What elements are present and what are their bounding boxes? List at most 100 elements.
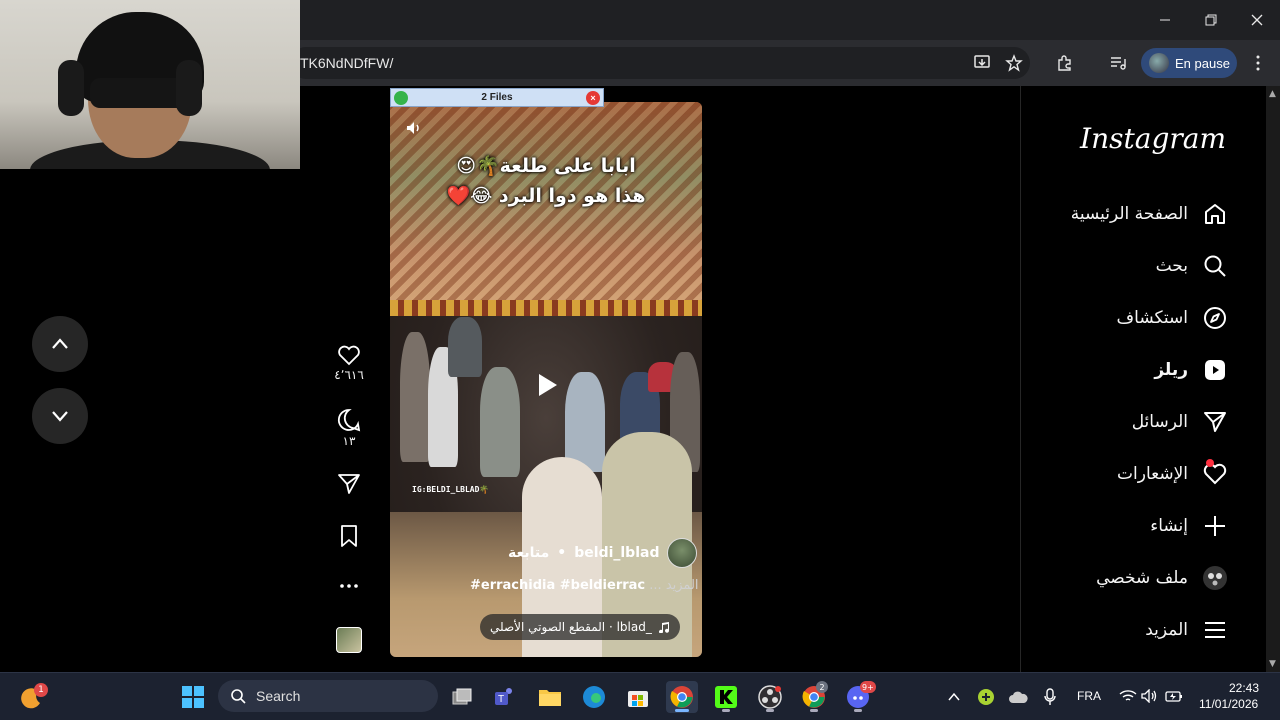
task-view-button[interactable]: [446, 681, 478, 713]
sidebar-item-home[interactable]: الصفحة الرئيسية: [1071, 194, 1228, 234]
minimize-button[interactable]: [1142, 0, 1188, 40]
store-app[interactable]: [622, 681, 654, 713]
weather-widget[interactable]: 1: [16, 681, 48, 713]
share-action[interactable]: [328, 472, 370, 496]
sidebar-item-create[interactable]: إنشاء: [1150, 506, 1228, 546]
scroll-up-arrow-icon[interactable]: ▲: [1269, 90, 1277, 99]
microphone-tray[interactable]: [1034, 681, 1066, 713]
sidebar-item-reels[interactable]: ريلز: [1154, 350, 1228, 390]
cloud-icon: [1009, 691, 1028, 703]
chrome-icon: [670, 686, 693, 708]
menu-icon: [1202, 617, 1228, 643]
files-extension-popup[interactable]: 2 Files ×: [390, 88, 604, 107]
hashtags-text[interactable]: #errachidia #beldierrac: [470, 578, 645, 593]
reel-username[interactable]: beldi_lblad: [574, 545, 659, 561]
webcam-overlay: [0, 0, 300, 169]
close-icon[interactable]: ×: [586, 91, 600, 105]
send-icon[interactable]: [337, 472, 361, 496]
sidebar-item-label: ملف شخصي: [1096, 568, 1188, 588]
more-action[interactable]: [328, 576, 370, 596]
install-app-icon[interactable]: [970, 51, 994, 75]
comment-action[interactable]: ١٣: [328, 408, 370, 448]
chrome-badge: 2: [816, 681, 828, 693]
address-bar[interactable]: [290, 47, 1030, 79]
video-watermark: IG:BELDI_LBLAD🌴: [412, 485, 490, 494]
chrome-app-active[interactable]: [666, 681, 698, 713]
minimize-icon: [1160, 19, 1170, 21]
sidebar-item-search[interactable]: بحث: [1156, 246, 1228, 286]
chrome-profile-app[interactable]: 2: [798, 681, 830, 713]
audio-label: المقطع الصوتي الأصلي · lblad_: [490, 620, 652, 634]
edge-app[interactable]: [578, 681, 610, 713]
volume-icon[interactable]: [404, 118, 424, 138]
sidebar-item-explore[interactable]: استكشاف: [1117, 298, 1228, 338]
previous-reel-button[interactable]: [32, 316, 88, 372]
sidebar-item-messages[interactable]: الرسائل: [1132, 402, 1228, 442]
instagram-logo[interactable]: Instagram: [1080, 122, 1226, 155]
extensions-icon[interactable]: [1053, 51, 1077, 75]
reel-author-row: متابعة • beldi_lblad: [508, 538, 698, 568]
tray-app-green[interactable]: [970, 681, 1002, 713]
profile-button[interactable]: En pause: [1141, 48, 1237, 78]
next-reel-button[interactable]: [32, 388, 88, 444]
save-action[interactable]: [328, 524, 370, 548]
start-button[interactable]: [177, 681, 209, 713]
address-bar-url[interactable]: TK6NdNDfFW/: [300, 55, 393, 71]
bookmark-icon[interactable]: [337, 524, 361, 548]
close-window-button[interactable]: [1234, 0, 1280, 40]
show-hidden-icons-button[interactable]: [938, 681, 970, 713]
task-view-icon: [452, 688, 472, 705]
sidebar-item-label: بحث: [1155, 256, 1188, 276]
sidebar-item-more[interactable]: المزيد: [1145, 610, 1228, 650]
avatar: [1149, 53, 1169, 73]
kick-app[interactable]: [710, 681, 742, 713]
teams-icon: T: [495, 688, 512, 705]
play-button[interactable]: [521, 360, 571, 410]
clock-time[interactable]: 22:43: [1229, 681, 1259, 695]
audio-link[interactable]: المقطع الصوتي الأصلي · lblad_: [480, 614, 680, 640]
clock-date[interactable]: 11/01/2026: [1199, 697, 1258, 711]
audio-thumbnail[interactable]: [336, 627, 362, 653]
like-action[interactable]: ٤٬٦١٦: [328, 344, 370, 382]
more-options-icon[interactable]: [1246, 51, 1270, 75]
close-icon: [1251, 14, 1263, 26]
music-note-icon: [658, 622, 669, 633]
reels-icon: [1202, 357, 1228, 383]
scroll-down-arrow-icon[interactable]: ▼: [1269, 660, 1277, 669]
battery-tray[interactable]: [1158, 680, 1190, 712]
plus-icon: [1202, 513, 1228, 539]
follow-button[interactable]: متابعة: [508, 545, 549, 561]
chevron-up-icon: [52, 338, 68, 349]
video-caption-line-1: ابابا على طلعة🌴😍: [456, 155, 636, 177]
more-horizontal-icon[interactable]: [337, 576, 361, 596]
obs-app[interactable]: [754, 681, 786, 713]
language-indicator[interactable]: FRA: [1077, 689, 1101, 703]
instagram-sidebar: Instagram الصفحة الرئيسية بحث استكشاف ري…: [1020, 86, 1266, 672]
sidebar-item-profile[interactable]: ملف شخصي: [1096, 558, 1228, 598]
file-explorer-app[interactable]: [534, 681, 566, 713]
edge-icon: [583, 686, 605, 708]
comment-icon[interactable]: [337, 408, 361, 432]
video-caption-line-2: هذا هو دوا البرد 😂❤️: [446, 185, 646, 207]
reel-video[interactable]: ابابا على طلعة🌴😍 هذا هو دوا البرد 😂❤️ IG…: [390, 102, 702, 657]
taskbar-search[interactable]: Search: [218, 680, 438, 712]
heart-icon[interactable]: [337, 344, 361, 366]
page-scrollbar[interactable]: ▲ ▼: [1266, 86, 1280, 672]
avatar[interactable]: [667, 538, 698, 568]
restore-button[interactable]: [1188, 0, 1234, 40]
chevron-up-icon: [948, 692, 960, 701]
bookmark-star-icon[interactable]: [1002, 51, 1026, 75]
teams-app[interactable]: T: [489, 681, 521, 713]
heart-icon: [1202, 459, 1228, 487]
media-control-icon[interactable]: [1106, 51, 1130, 75]
more-link[interactable]: ... المزيد: [649, 578, 698, 593]
sidebar-item-notifications[interactable]: الإشعارات: [1117, 454, 1228, 494]
discord-app[interactable]: 9+: [842, 681, 876, 713]
battery-icon: [1165, 691, 1182, 702]
like-count: ٤٬٦١٦: [334, 368, 364, 382]
reel-description[interactable]: #errachidia #beldierrac ... المزيد: [470, 578, 699, 593]
search-icon: [231, 689, 246, 704]
onedrive-tray[interactable]: [1002, 681, 1034, 713]
home-icon: [1202, 201, 1228, 227]
microphone-icon: [1044, 688, 1056, 705]
